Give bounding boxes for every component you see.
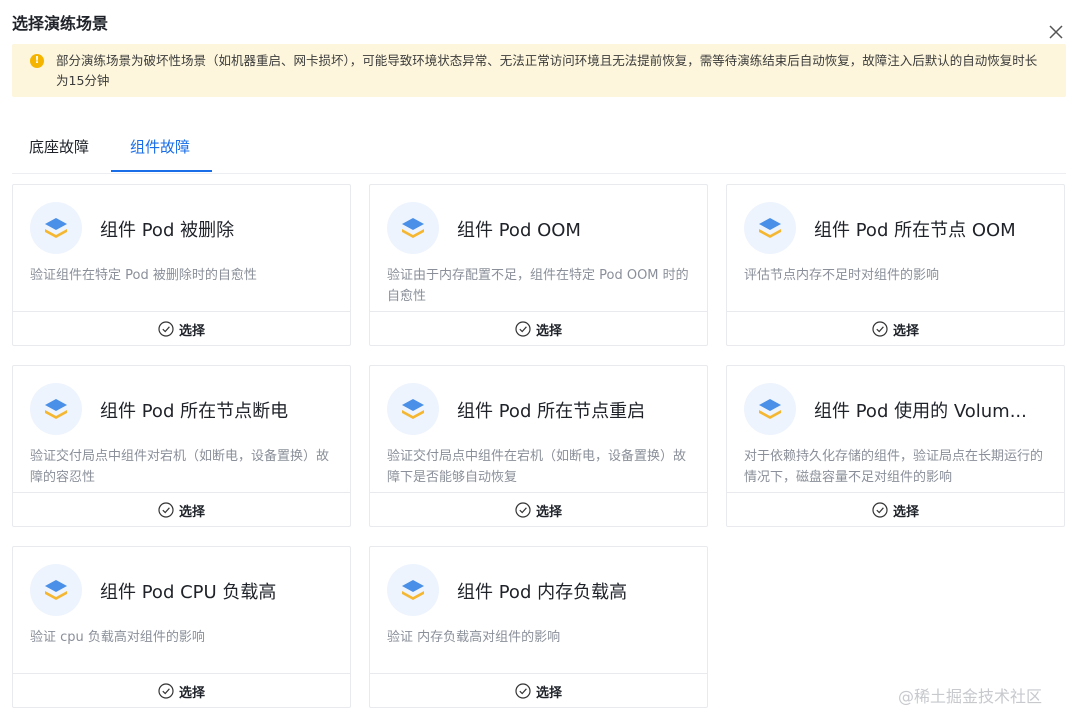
alert-text: 部分演练场景为破坏性场景（如机器重启、网卡损坏），可能导致环境状态异常、无法正常… [56, 53, 1038, 88]
scenario-title: 组件 Pod 内存负载高 [457, 582, 628, 603]
layers-icon [30, 202, 82, 254]
scenario-card: 组件 Pod 所在节点断电验证交付局点中组件对宕机（如断电，设备置换）故障的容忍… [12, 365, 351, 527]
check-circle-icon [872, 321, 888, 337]
scenario-card: 组件 Pod 内存负载高验证 内存负载高对组件的影响选择 [369, 546, 708, 708]
select-button[interactable]: 选择 [13, 311, 350, 345]
scenario-title: 组件 Pod 使用的 Volum... [814, 401, 1027, 422]
check-circle-icon [158, 321, 174, 337]
select-button[interactable]: 选择 [370, 492, 707, 526]
select-label: 选择 [536, 505, 563, 520]
select-button[interactable]: 选择 [370, 673, 707, 707]
scenario-card: 组件 Pod 被删除验证组件在特定 Pod 被删除时的自愈性选择 [12, 184, 351, 346]
check-circle-icon [158, 683, 174, 699]
check-circle-icon [515, 502, 531, 518]
close-icon[interactable] [1046, 22, 1066, 42]
scenario-title: 组件 Pod CPU 负载高 [100, 582, 277, 603]
select-button[interactable]: 选择 [13, 492, 350, 526]
scenario-title: 组件 Pod 所在节点断电 [100, 401, 289, 422]
layers-icon [30, 383, 82, 435]
scenario-title: 组件 Pod 所在节点重启 [457, 401, 646, 422]
scenario-card: 组件 Pod OOM 验证由于内存配置不足，组件在特定 Pod OOM 时的自愈性… [369, 184, 708, 346]
scenario-description: 验证 cpu 负载高对组件的影响 [30, 630, 205, 645]
check-circle-icon [515, 683, 531, 699]
select-button[interactable]: 选择 [727, 492, 1064, 526]
active-tab-indicator [111, 170, 212, 172]
scenario-title: 组件 Pod 被删除 [100, 220, 235, 241]
scenario-card: 组件 Pod 使用的 Volum... 对于依赖持久化存储的组件，验证局点在长期运… [726, 365, 1065, 527]
select-button[interactable]: 选择 [370, 311, 707, 345]
scenario-description: 评估节点内存不足时对组件的影响 [744, 268, 940, 283]
check-circle-icon [158, 502, 174, 518]
select-label: 选择 [179, 505, 206, 520]
scenario-title: 组件 Pod 所在节点 OOM [814, 220, 1016, 241]
layers-icon [387, 383, 439, 435]
dialog-title: 选择演练场景 [12, 14, 109, 33]
select-label: 选择 [536, 324, 563, 339]
scenario-card: 组件 Pod 所在节点 OOM 评估节点内存不足时对组件的影响选择 [726, 184, 1065, 346]
scenario-description: 验证组件在特定 Pod 被删除时的自愈性 [30, 268, 257, 283]
layers-icon [30, 564, 82, 616]
select-label: 选择 [179, 324, 206, 339]
layers-icon [744, 383, 796, 435]
scenario-description: 对于依赖持久化存储的组件，验证局点在长期运行的情况下，磁盘容量不足对组件的影响 [744, 449, 1044, 485]
scenario-title: 组件 Pod OOM [457, 220, 581, 241]
select-label: 选择 [179, 686, 206, 701]
scenario-description: 验证交付局点中组件对宕机（如断电，设备置换）故障的容忍性 [30, 449, 330, 485]
tab-base-fault[interactable]: 底座故障 [29, 136, 89, 157]
scenario-card: 组件 Pod CPU 负载高验证 cpu 负载高对组件的影响选择 [12, 546, 351, 708]
layers-icon [387, 202, 439, 254]
select-label: 选择 [893, 324, 920, 339]
watermark: @稀土掘金技术社区 [898, 687, 1043, 706]
tab-component-fault[interactable]: 组件故障 [130, 136, 190, 157]
layers-icon [744, 202, 796, 254]
tab-bar: 底座故障 组件故障 [12, 126, 1066, 174]
select-label: 选择 [893, 505, 920, 520]
scenario-description: 验证 内存负载高对组件的影响 [387, 630, 561, 645]
warning-alert: ! 部分演练场景为破坏性场景（如机器重启、网卡损坏），可能导致环境状态异常、无法… [12, 44, 1066, 97]
scenario-description: 验证交付局点中组件在宕机（如断电，设备置换）故障下是否能够自动恢复 [387, 449, 687, 485]
check-circle-icon [515, 321, 531, 337]
warning-icon: ! [30, 54, 44, 68]
select-button[interactable]: 选择 [727, 311, 1064, 345]
select-label: 选择 [536, 686, 563, 701]
layers-icon [387, 564, 439, 616]
check-circle-icon [872, 502, 888, 518]
scenario-description: 验证由于内存配置不足，组件在特定 Pod OOM 时的自愈性 [387, 268, 689, 304]
select-button[interactable]: 选择 [13, 673, 350, 707]
scenario-card: 组件 Pod 所在节点重启验证交付局点中组件在宕机（如断电，设备置换）故障下是否… [369, 365, 708, 527]
